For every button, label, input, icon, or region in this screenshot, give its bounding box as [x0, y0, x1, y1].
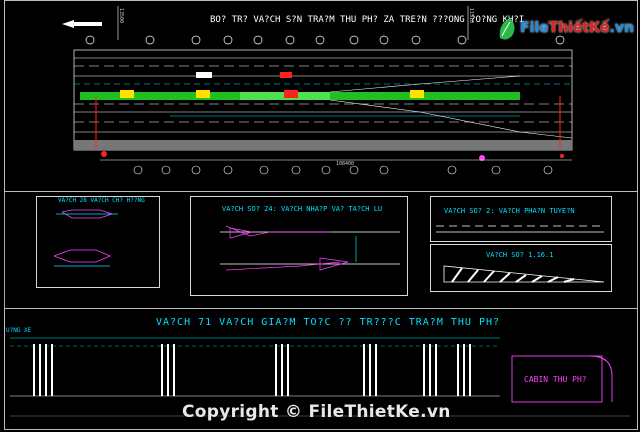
hatched-triangle-icon	[443, 265, 605, 283]
arrow-straight-diagram	[53, 209, 118, 267]
drawing-title: BO? TR? VA?CH S?N TRA?M THU PH? ZA TRE?N…	[210, 15, 525, 25]
panel-title-phan-tuyen: VA?CH SO? 2: VA?CH PHA?N TUYE?N	[444, 207, 575, 215]
copyright-watermark: Copyright © FileThietKe.vn	[182, 402, 451, 422]
dim-middle: 108400	[336, 161, 355, 167]
dim-left: 13500	[118, 8, 124, 24]
road-plan	[73, 49, 573, 161]
cad-drawing	[10, 6, 630, 417]
axis-markers	[85, 35, 565, 45]
panel-title-nhap-tach: VA?CH SO? 24: VA?CH NHA?P VA? TA?CH LU	[222, 205, 383, 213]
bottom-title: VA?CH 71 VA?CH GIA?M TO?C ?? TR???C TRA?…	[156, 317, 501, 328]
bottom-left-label: U?NG XE	[6, 327, 32, 334]
decel-stripes	[10, 337, 500, 397]
lane-divider-diagram	[436, 225, 604, 233]
north-arrow-icon	[62, 20, 102, 28]
logo-leaf-icon	[499, 18, 515, 40]
logo-text: FileThiếtKế.vn	[520, 20, 634, 36]
dim-right: 11510	[468, 8, 474, 24]
merge-split-diagram	[220, 225, 400, 271]
cabin-label: CABIN THU PH?	[524, 375, 587, 384]
panel-title-so-116: VA?CH SO? 1.16.1	[486, 251, 554, 259]
panel-title-chi-huong: VA?CH 28 VA?CH CH? H??NG	[58, 197, 145, 204]
